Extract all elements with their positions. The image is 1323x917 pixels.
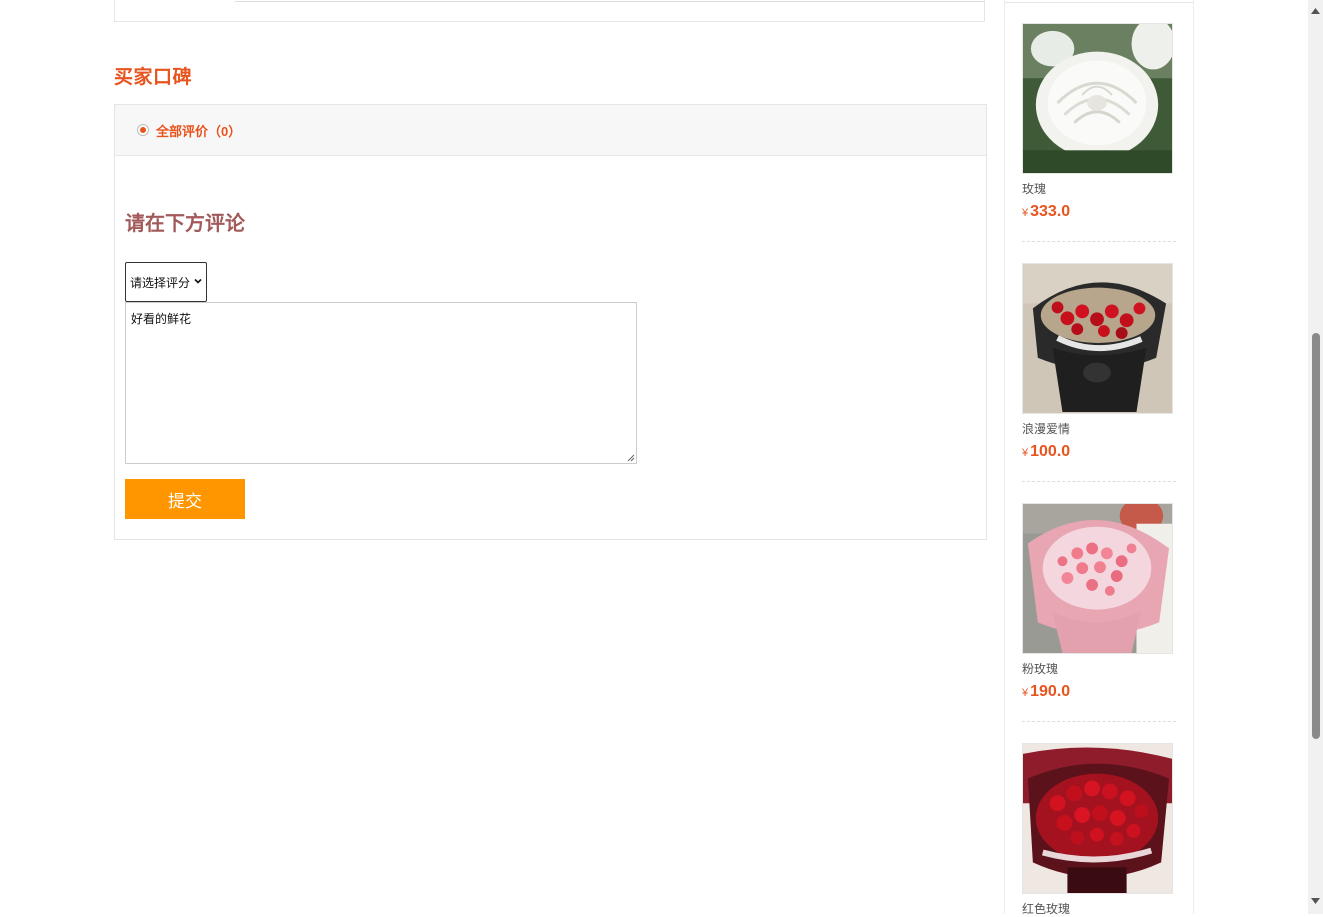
scroll-down-arrow-icon[interactable] [1311,898,1320,904]
scroll-thumb[interactable] [1312,333,1320,739]
product-image[interactable] [1022,503,1173,654]
filter-radio[interactable] [137,124,149,136]
divider [1022,241,1176,242]
comment-heading: 请在下方评论 [125,213,245,235]
currency-symbol: ¥ [1022,447,1029,459]
product-name[interactable]: 浪漫爱情 [1022,420,1176,437]
submit-button[interactable]: 提交 [125,479,245,519]
rating-select-value: 请选择评分 [130,275,191,290]
product-card[interactable]: 红色玫瑰 [1022,743,1176,917]
comment-text: 好看的鲜花 [131,312,192,326]
rating-select[interactable]: 请选择评分 [125,262,207,302]
price-value: 190.0 [1030,683,1071,700]
divider [1005,2,1193,3]
currency-symbol: ¥ [1022,687,1029,699]
product-name[interactable]: 粉玫瑰 [1022,660,1176,677]
recommended-sidebar: 玫瑰 ¥333.0 浪漫爱情 ¥100.0 粉玫瑰 ¥ 190.0 红色玫瑰 [1004,0,1194,917]
scroll-up-arrow-icon[interactable] [1311,8,1320,14]
review-filter-bar: 全部评价（0） [115,105,986,156]
product-card[interactable]: 玫瑰 ¥333.0 [1022,23,1176,242]
divider [1022,481,1176,482]
product-card[interactable]: 浪漫爱情 ¥100.0 [1022,263,1176,482]
page-scrollbar[interactable] [1308,0,1323,914]
product-name[interactable]: 玫瑰 [1022,180,1176,197]
previous-section-box [114,0,985,22]
product-price: ¥100.0 [1022,443,1176,461]
chevron-down-icon [194,278,202,284]
product-price: ¥190.0 [1022,683,1176,701]
comment-textarea[interactable]: 好看的鲜花 [125,302,637,464]
resize-grip-icon[interactable] [627,454,635,462]
section-title: 买家口碑 [114,67,193,88]
product-card[interactable]: 粉玫瑰 ¥190.0 [1022,503,1176,722]
product-image[interactable] [1022,263,1173,414]
product-image[interactable] [1022,23,1173,174]
divider [235,1,984,2]
product-name[interactable]: 红色玫瑰 [1022,900,1176,917]
filter-all-label[interactable]: 全部评价（0） [156,121,241,140]
product-price: ¥333.0 [1022,203,1176,221]
product-image[interactable] [1022,743,1173,894]
review-panel: 全部评价（0） 请在下方评论 请选择评分 好看的鲜花 提交 [114,104,987,540]
divider [1022,721,1176,722]
price-value: 333.0 [1030,203,1071,220]
price-value: 100.0 [1030,443,1071,460]
currency-symbol: ¥ [1022,207,1029,219]
